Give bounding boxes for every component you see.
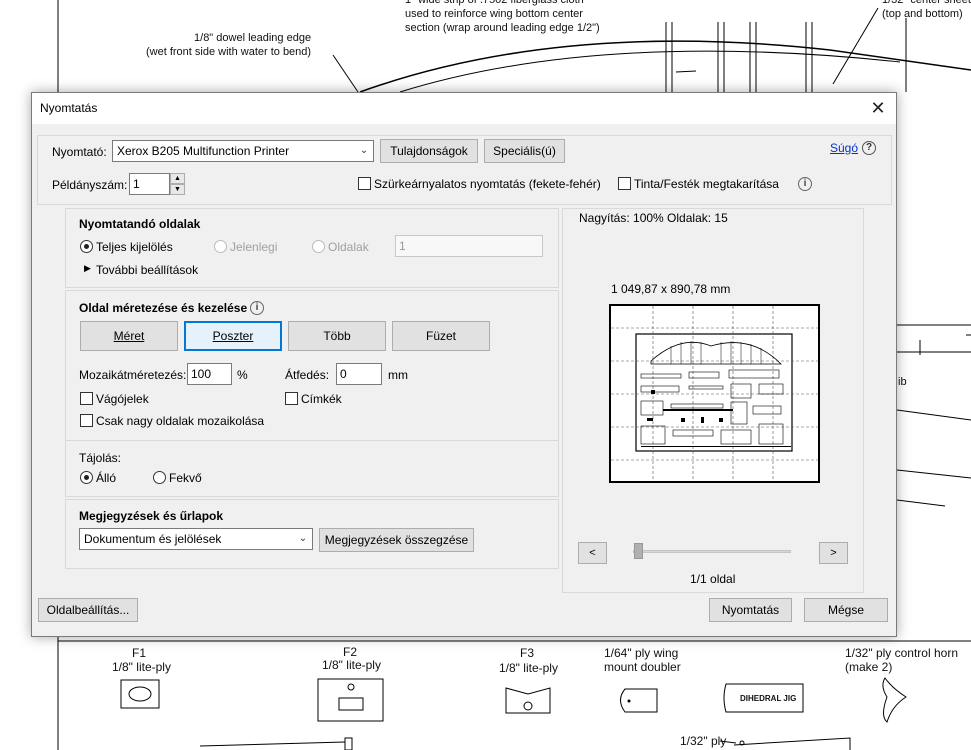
print-button[interactable]: Nyomtatás [709,598,792,622]
part-f1-material: 1/8" lite-ply [112,660,171,674]
all-pages-label: Teljes kijelölés [96,240,173,254]
printer-label: Nyomtató: [52,145,107,159]
printer-select[interactable]: Xerox B205 Multifunction Printer ⌄ [112,140,374,162]
properties-button[interactable]: Tulajdonságok [380,139,478,163]
help-link[interactable]: Súgó [830,141,858,155]
info-icon[interactable]: i [798,177,812,191]
save-ink-label: Tinta/Festék megtakarítása [634,177,779,191]
overlap-unit: mm [388,368,408,382]
grayscale-label: Szürkeárnyalatos nyomtatás (fekete-fehér… [374,177,601,191]
fiberglass-note: 1" wide strip of .7502 fiberglass cloth … [405,0,600,34]
page-setup-button[interactable]: Oldalbeállítás... [38,598,138,622]
current-page-radio[interactable] [214,240,227,253]
tile-scale-unit: % [237,368,248,382]
large-pages-checkbox[interactable] [80,414,93,427]
rib-note: ib [898,376,907,388]
dialog-title: Nyomtatás [40,101,98,115]
printer-select-value: Xerox B205 Multifunction Printer [117,144,290,158]
pages-section: Nyomtatandó oldalak Teljes kijelölés Jel… [65,208,559,288]
stepper-down-icon[interactable]: ▼ [170,184,185,195]
control-horn-note: 1/32" ply control horn (make 2) [845,646,958,674]
dihedral-jig-label: DIHEDRAL JIG [740,694,797,703]
page-slider-thumb[interactable] [634,543,643,559]
chevron-down-icon: ⌄ [359,145,369,156]
tiled-preview-drawing [611,306,818,481]
copies-input[interactable]: 1 [129,173,170,195]
part-f2-name: F2 [343,645,358,659]
page-preview [609,304,820,483]
part-f2-material: 1/8" lite-ply [322,658,381,672]
sizing-section: Oldal méretezése és kezelése i Méret Pos… [65,290,559,447]
portrait-label: Álló [96,471,117,485]
printer-panel: Nyomtató: Xerox B205 Multifunction Print… [37,135,892,205]
tile-scale-label: Mozaikátméretezés: [79,368,187,382]
comments-section-title: Megjegyzések és űrlapok [79,509,224,523]
close-icon[interactable]: ✕ [866,97,890,119]
help-icon[interactable]: ? [862,141,876,155]
cut-marks-label: Vágójelek [96,392,149,406]
labels-label: Címkék [301,392,342,406]
page-slider-track[interactable] [633,550,791,553]
page-range-label: Oldalak [328,240,369,254]
pages-section-title: Nyomtatandó oldalak [79,217,201,231]
sizing-info-icon[interactable]: i [250,301,264,315]
current-page-label: Jelenlegi [230,240,278,254]
comments-select[interactable]: Dokumentum és jelölések ⌄ [79,528,313,550]
print-dialog: Nyomtatás ✕ Nyomtató: Xerox B205 Multifu… [31,92,897,637]
summarize-comments-button[interactable]: Megjegyzések összegzése [319,528,474,552]
dowel-note: 1/8" dowel leading edge (wet front side … [146,32,312,58]
cut-marks-checkbox[interactable] [80,392,93,405]
overlap-label: Átfedés: [285,368,330,382]
orientation-title: Tájolás: [79,451,122,465]
tile-scale-input[interactable]: 100 [187,363,232,385]
landscape-label: Fekvő [169,471,202,485]
labels-checkbox[interactable] [285,392,298,405]
grayscale-checkbox[interactable] [358,177,371,190]
zoom-info: Nagyítás: 100% Oldalak: 15 [579,211,728,225]
size-mode-button[interactable]: Méret [80,321,178,351]
multiple-mode-button[interactable]: Több [288,321,386,351]
part-f1-name: F1 [132,646,147,660]
expand-triangle-icon[interactable]: ▶ [84,263,91,274]
copies-stepper[interactable]: ▲ ▼ [170,173,185,195]
prev-page-button[interactable]: < [578,542,607,564]
page-range-radio[interactable] [312,240,325,253]
large-pages-label: Csak nagy oldalak mozaikolása [96,414,265,428]
chevron-down-icon: ⌄ [298,533,308,544]
orientation-section: Tájolás: Álló Fekvő [65,440,559,497]
part-f3-name: F3 [520,646,535,660]
part-f3-material: 1/8" lite-ply [499,661,558,675]
stepper-up-icon[interactable]: ▲ [170,173,185,184]
page-dimensions: 1 049,87 x 890,78 mm [611,282,731,296]
next-page-button[interactable]: > [819,542,848,564]
advanced-button[interactable]: Speciális(ú) [484,139,565,163]
preview-panel: Nagyítás: 100% Oldalak: 15 1 049,87 x 89… [562,208,864,593]
copies-label: Példányszám: [52,178,128,192]
comments-section: Megjegyzések és űrlapok Dokumentum és je… [65,499,559,569]
page-counter: 1/1 oldal [690,572,736,586]
title-bar: Nyomtatás ✕ [32,93,896,124]
page-range-input[interactable]: 1 [395,235,543,257]
landscape-radio[interactable] [153,471,166,484]
booklet-mode-button[interactable]: Füzet [392,321,490,351]
mount-doubler-note: 1/64" ply wing mount doubler [604,646,681,674]
overlap-input[interactable]: 0 [336,363,382,385]
sizing-section-title: Oldal méretezése és kezelése [79,301,248,315]
more-options-toggle[interactable]: További beállítások [96,263,198,277]
bottom-ply-note: 1/32" ply [680,734,727,748]
center-sheeting-note: 1/32" center sheeting (top and bottom) [882,0,971,20]
portrait-radio[interactable] [80,471,93,484]
cancel-button[interactable]: Mégse [804,598,888,622]
all-pages-radio[interactable] [80,240,93,253]
poster-mode-button[interactable]: Poszter [184,321,282,351]
comments-select-value: Dokumentum és jelölések [84,532,222,546]
save-ink-checkbox[interactable] [618,177,631,190]
